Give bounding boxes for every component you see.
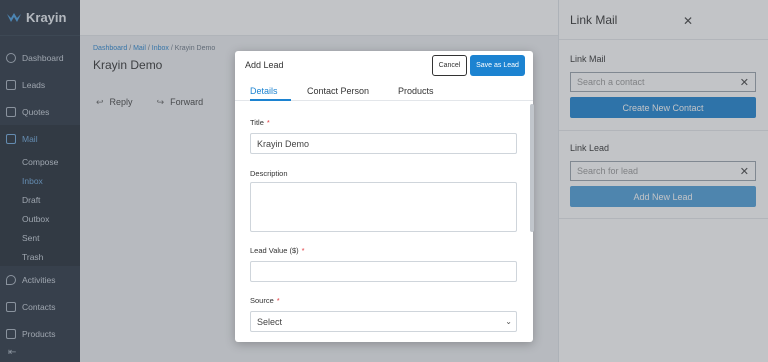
- description-label: Description: [250, 169, 288, 178]
- required-mark: *: [301, 246, 305, 255]
- lead-value-label: Lead Value ($) *: [250, 246, 305, 255]
- modal-header: Add Lead Cancel Save as Lead: [235, 51, 533, 80]
- add-lead-modal: Add Lead Cancel Save as Lead Details Con…: [235, 51, 533, 342]
- title-label-text: Title: [250, 118, 264, 127]
- title-input[interactable]: Krayin Demo: [250, 133, 517, 154]
- modal-tabs: Details Contact Person Products: [235, 80, 533, 101]
- modal-title: Add Lead: [245, 60, 284, 70]
- source-select-value: Select: [257, 316, 283, 327]
- modal-scrollbar[interactable]: [530, 104, 534, 232]
- tab-contact-person[interactable]: Contact Person: [307, 80, 387, 101]
- required-mark: *: [266, 118, 270, 127]
- tab-details[interactable]: Details: [250, 80, 291, 101]
- lead-value-label-text: Lead Value ($): [250, 246, 299, 255]
- lead-value-input[interactable]: [250, 261, 517, 282]
- required-mark: *: [276, 296, 280, 305]
- save-as-lead-button[interactable]: Save as Lead: [470, 55, 525, 76]
- cancel-button[interactable]: Cancel: [432, 55, 467, 76]
- source-label: Source *: [250, 296, 280, 305]
- source-select[interactable]: Select ⌄: [250, 311, 517, 332]
- description-textarea[interactable]: [250, 182, 517, 232]
- chevron-down-icon: ⌄: [505, 317, 512, 326]
- tab-products[interactable]: Products: [398, 80, 434, 101]
- title-label: Title *: [250, 118, 270, 127]
- source-label-text: Source: [250, 296, 274, 305]
